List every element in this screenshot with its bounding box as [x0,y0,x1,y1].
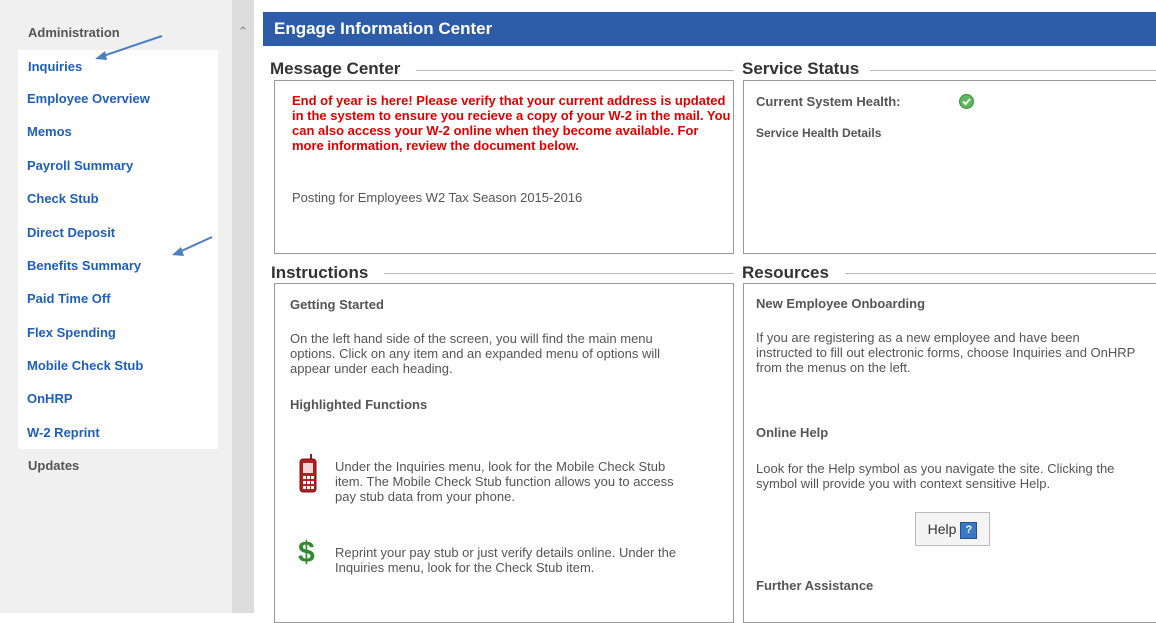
check-circle-icon [959,94,974,109]
message-center-title: Message Center [270,59,401,78]
mobile-check-stub-text: Under the Inquiries menu, look for the M… [335,459,674,504]
sidebar-item-flex-spending[interactable]: Flex Spending [27,325,116,340]
sidebar-item-employee-overview[interactable]: Employee Overview [27,91,150,106]
sidebar-item-mobile-check-stub[interactable]: Mobile Check Stub [27,358,143,373]
divider [870,70,1156,71]
annotation-arrow-benefits [172,236,213,256]
sidebar-item-payroll-summary[interactable]: Payroll Summary [27,158,133,173]
sidebar-item-onhrp[interactable]: OnHRP [27,391,73,406]
onboarding-heading: New Employee Onboarding [756,296,926,311]
getting-started-heading: Getting Started [290,297,384,312]
divider [845,273,1156,274]
check-stub-reprint-text: Reprint your pay stub or just verify det… [335,545,677,575]
sidebar-item-direct-deposit[interactable]: Direct Deposit [27,225,115,240]
help-question-icon: ? [960,521,978,539]
sidebar-item-memos[interactable]: Memos [27,124,72,139]
getting-started-text: On the left hand side of the screen, you… [290,331,660,376]
service-status-title: Service Status [742,59,860,78]
online-help-text: Look for the Help symbol as you navigate… [756,461,1115,491]
dollar-icon: $ [298,536,315,569]
instructions-title: Instructions [271,263,369,282]
w2-posting-link[interactable]: Posting for Employees W2 Tax Season 2015… [292,190,582,205]
sidebar: Administration Inquiries Employee Overvi… [0,0,232,613]
sidebar-item-paid-time-off[interactable]: Paid Time Off [27,291,111,306]
divider [384,273,734,274]
sidebar-item-w2-reprint[interactable]: W-2 Reprint [27,425,100,440]
resources-title: Resources [742,263,829,282]
online-help-heading: Online Help [756,425,829,440]
help-button-label: Help [927,521,957,537]
highlighted-functions-heading: Highlighted Functions [290,397,428,412]
sidebar-scrollbar[interactable]: ⌃ [232,0,254,613]
message-center-alert: End of year is here! Please verify that … [292,93,731,153]
scroll-up-arrow-icon[interactable]: ⌃ [232,22,254,42]
sidebar-item-updates[interactable]: Updates [28,458,79,473]
system-health-label: Current System Health: [756,94,901,109]
sidebar-item-inquiries[interactable]: Inquiries [28,59,82,74]
onboarding-text: If you are registering as a new employee… [756,330,1136,375]
annotation-arrow-inquiries [95,35,163,60]
mobile-phone-icon [299,454,317,493]
help-button[interactable]: Help? [915,512,990,546]
further-assistance-heading: Further Assistance [756,578,874,593]
divider [416,70,734,71]
service-health-details-link[interactable]: Service Health Details [756,126,881,141]
page-title: Engage Information Center [263,12,1156,46]
sidebar-item-check-stub[interactable]: Check Stub [27,191,99,206]
sidebar-item-benefits-summary[interactable]: Benefits Summary [27,258,141,273]
